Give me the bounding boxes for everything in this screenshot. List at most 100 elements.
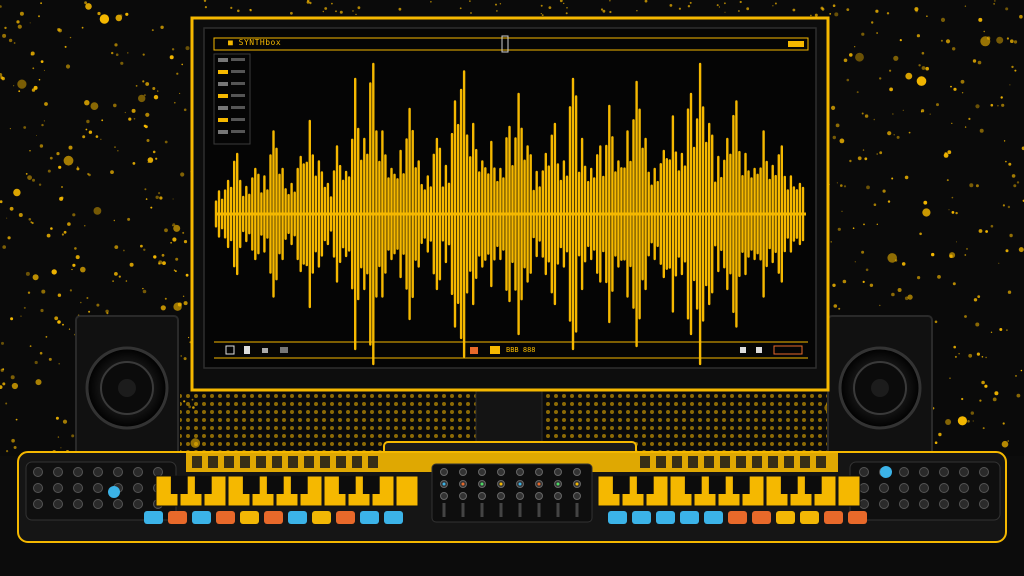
drum-pad[interactable] [800,511,819,524]
drum-pad[interactable] [704,511,723,524]
control-knob[interactable] [939,499,949,509]
drum-pad[interactable] [168,511,187,524]
control-knob[interactable] [979,467,989,477]
black-key[interactable] [732,476,750,494]
mixer-knob[interactable] [497,492,505,500]
control-knob[interactable] [153,467,163,477]
control-knob[interactable] [939,467,949,477]
control-knob[interactable] [33,467,43,477]
drum-pad[interactable] [360,511,379,524]
control-knob[interactable] [959,483,969,493]
control-knob[interactable] [959,499,969,509]
mixer-knob[interactable] [459,492,467,500]
drum-pad[interactable] [312,511,331,524]
drum-pad[interactable] [656,511,675,524]
drum-pad[interactable] [632,511,651,524]
mixer-knob[interactable] [440,468,448,476]
black-key[interactable] [780,476,798,494]
drum-pad[interactable] [680,511,699,524]
drum-pad[interactable] [752,511,771,524]
drum-pad[interactable] [216,511,235,524]
drum-pad[interactable] [192,511,211,524]
mixer-knob[interactable] [573,468,581,476]
black-key[interactable] [170,476,188,494]
control-knob[interactable] [93,499,103,509]
mixer-led [556,482,560,486]
black-key[interactable] [338,476,356,494]
mixer-knob[interactable] [440,492,448,500]
mixer-knob[interactable] [535,468,543,476]
control-knob[interactable] [133,467,143,477]
mixer-knob[interactable] [478,468,486,476]
black-key[interactable] [636,476,654,494]
control-knob[interactable] [879,499,889,509]
control-knob[interactable] [899,467,909,477]
control-knob[interactable] [959,467,969,477]
drum-pad[interactable] [776,511,795,524]
drum-pad[interactable] [728,511,747,524]
control-knob[interactable] [73,467,83,477]
mixer-knob[interactable] [573,492,581,500]
control-knob[interactable] [879,483,889,493]
black-key[interactable] [194,476,212,494]
control-knob[interactable] [113,467,123,477]
control-knob[interactable] [859,499,869,509]
control-knob[interactable] [859,483,869,493]
mixer-knob[interactable] [459,468,467,476]
control-knob[interactable] [133,483,143,493]
right-keyboard[interactable] [597,475,861,507]
mixer-knob[interactable] [554,468,562,476]
control-knob[interactable] [919,467,929,477]
control-knob[interactable] [979,483,989,493]
white-key[interactable] [395,475,419,507]
drum-pad[interactable] [824,511,843,524]
drum-pad[interactable] [288,511,307,524]
black-key[interactable] [684,476,702,494]
control-knob[interactable] [53,483,63,493]
black-key[interactable] [804,476,822,494]
black-key[interactable] [612,476,630,494]
control-knob[interactable] [113,499,123,509]
control-knob[interactable] [93,483,103,493]
control-knob[interactable] [979,499,989,509]
mixer-knob[interactable] [516,468,524,476]
control-knob[interactable] [53,499,63,509]
black-key[interactable] [708,476,726,494]
left-blue-led [108,486,120,498]
drum-pad[interactable] [384,511,403,524]
right-drum-pads[interactable] [608,511,867,524]
black-key[interactable] [242,476,260,494]
black-key[interactable] [362,476,380,494]
control-knob[interactable] [33,483,43,493]
mixer-knob[interactable] [478,492,486,500]
control-knob[interactable] [939,483,949,493]
control-knob[interactable] [93,467,103,477]
mixer-knob[interactable] [535,492,543,500]
drum-pad[interactable] [240,511,259,524]
mixer-knob[interactable] [497,468,505,476]
control-knob[interactable] [33,499,43,509]
control-knob[interactable] [859,467,869,477]
mixer-led [518,482,522,486]
control-knob[interactable] [73,483,83,493]
control-knob[interactable] [899,483,909,493]
drum-pad[interactable] [336,511,355,524]
control-knob[interactable] [919,499,929,509]
left-drum-pads[interactable] [144,511,403,524]
white-key[interactable] [837,475,861,507]
control-knob[interactable] [53,467,63,477]
control-knob[interactable] [133,499,143,509]
control-knob[interactable] [73,499,83,509]
drum-pad[interactable] [144,511,163,524]
black-key[interactable] [290,476,308,494]
control-knob[interactable] [899,499,909,509]
mixer-knob[interactable] [516,492,524,500]
control-knob[interactable] [919,483,929,493]
mixer-knob[interactable] [554,492,562,500]
mixer-led [499,482,503,486]
drum-pad[interactable] [264,511,283,524]
drum-pad[interactable] [608,511,627,524]
drum-pad[interactable] [848,511,867,524]
black-key[interactable] [266,476,284,494]
left-keyboard[interactable] [155,475,419,507]
